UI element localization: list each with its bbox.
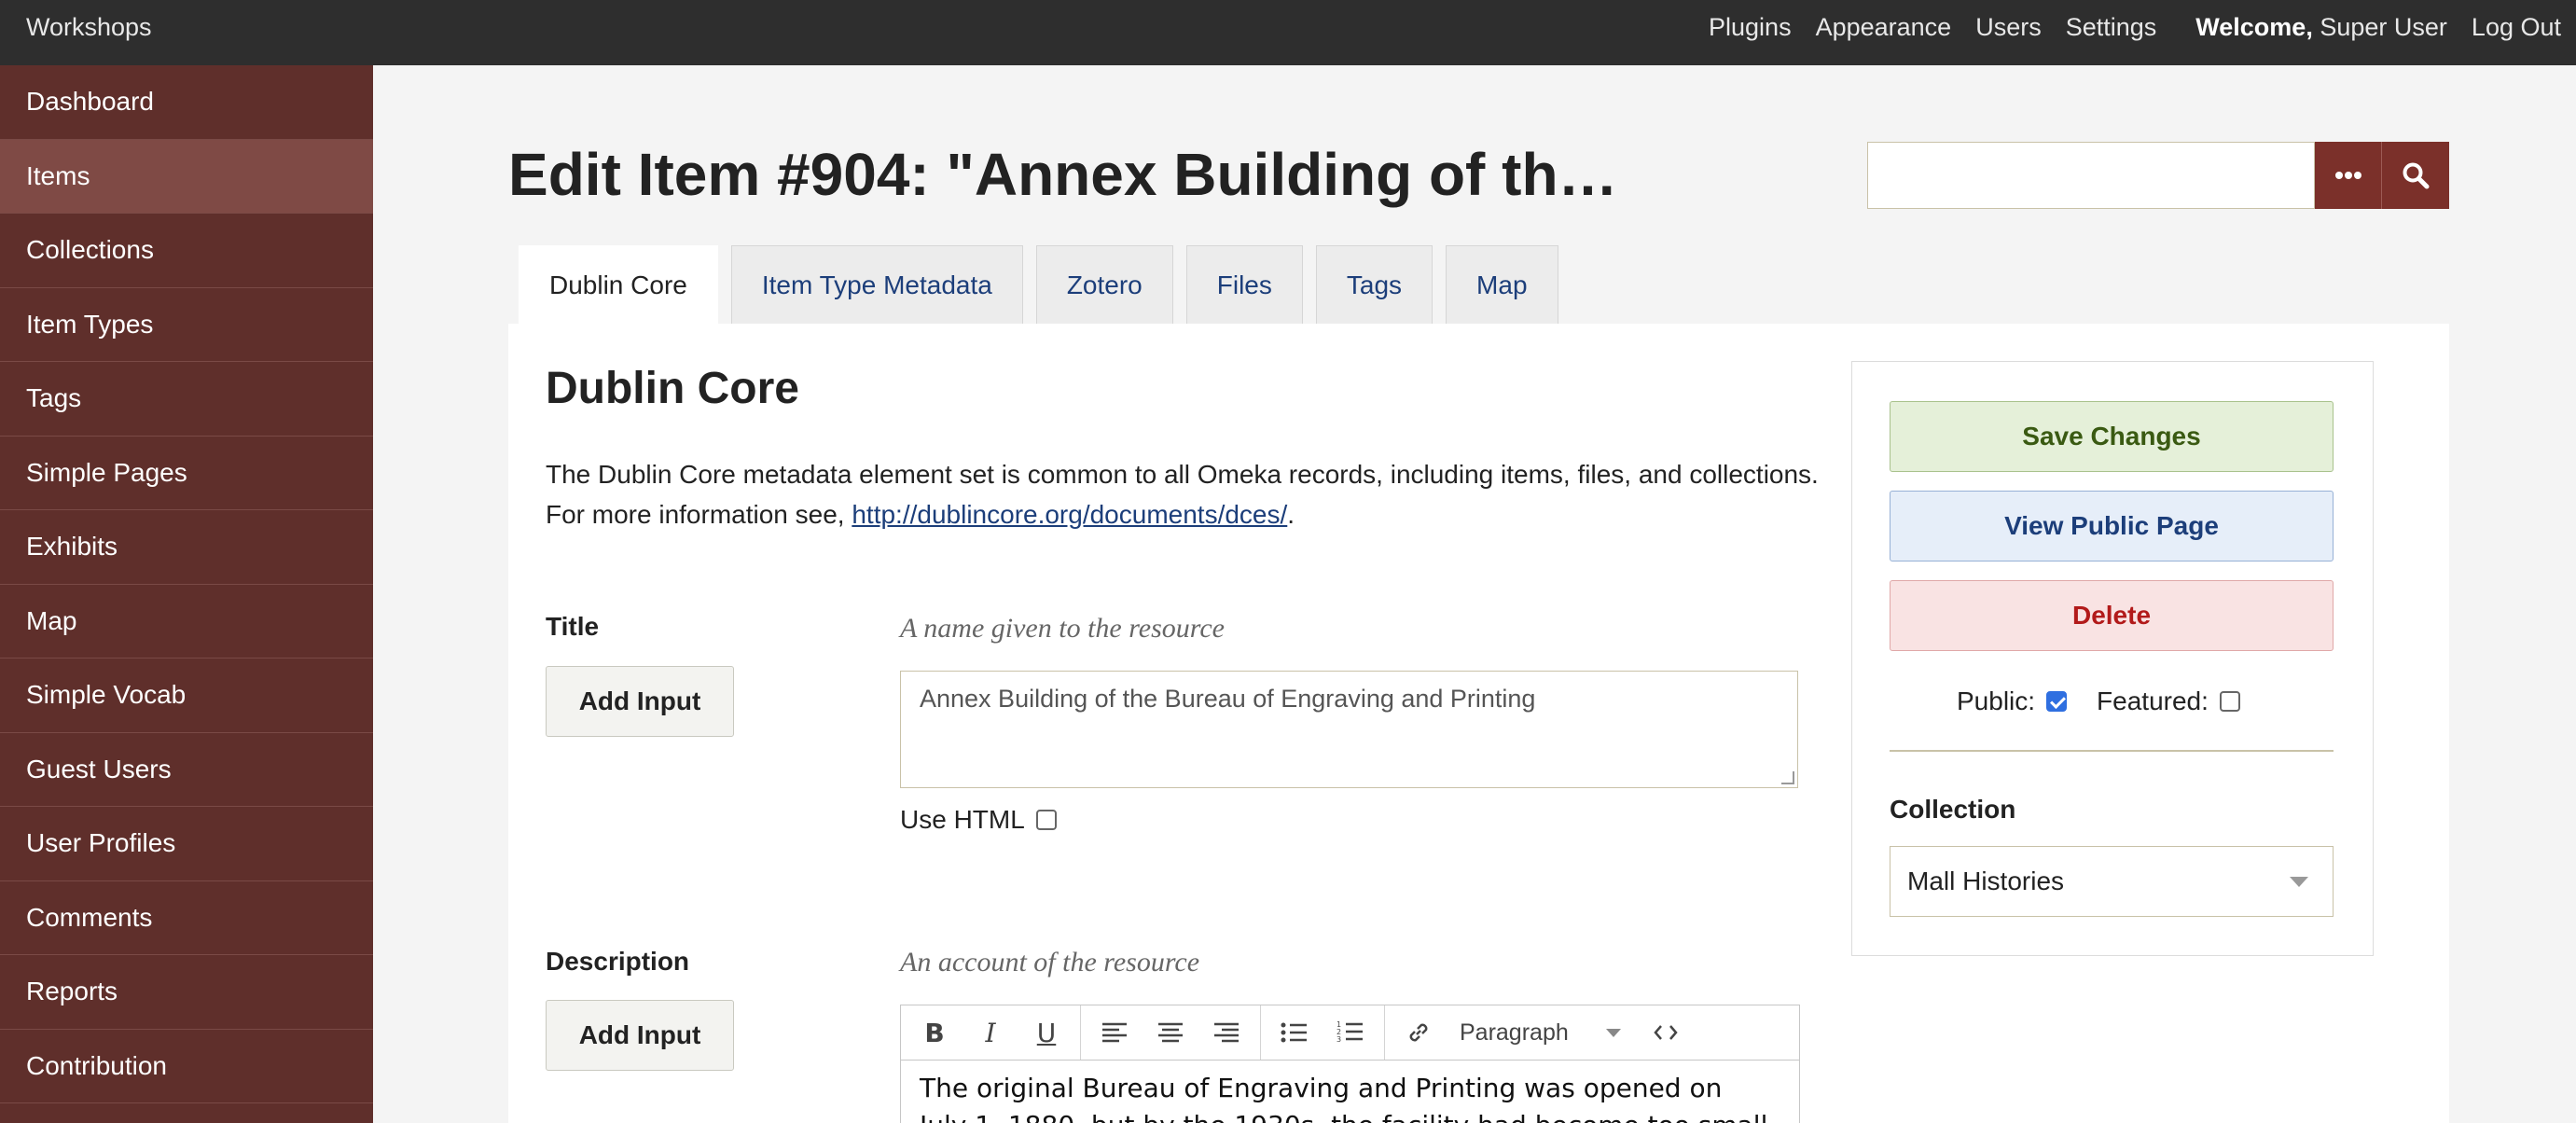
sidebar-item-items[interactable]: Items: [0, 139, 373, 214]
title-textarea[interactable]: Annex Building of the Bureau of Engravin…: [900, 671, 1798, 788]
nav-appearance[interactable]: Appearance: [1816, 13, 1952, 42]
source-code-icon[interactable]: [1638, 1005, 1694, 1060]
advanced-search-button[interactable]: [2315, 142, 2382, 209]
search-input[interactable]: [1867, 142, 2315, 209]
bold-icon[interactable]: B: [907, 1005, 963, 1060]
delete-button[interactable]: Delete: [1890, 580, 2334, 651]
align-group: [1081, 1005, 1261, 1060]
svg-text:3: 3: [1336, 1035, 1341, 1044]
welcome-text: Welcome, Super User: [2195, 13, 2447, 41]
tab-files[interactable]: Files: [1185, 245, 1303, 324]
search-form: [1867, 142, 2449, 209]
chevron-down-icon: [1605, 1028, 1621, 1037]
ellipsis-icon: [2334, 172, 2361, 179]
resize-grip-icon[interactable]: [1781, 771, 1794, 784]
tab-map[interactable]: Map: [1446, 245, 1558, 324]
align-right-icon[interactable]: [1198, 1005, 1254, 1060]
align-left-icon[interactable]: [1087, 1005, 1143, 1060]
sidebar-item-map[interactable]: Map: [0, 585, 373, 659]
align-center-icon[interactable]: [1143, 1005, 1198, 1060]
logout-link[interactable]: Log Out: [2472, 13, 2561, 42]
save-panel: Save Changes View Public Page Delete Pub…: [1851, 361, 2374, 956]
underline-icon[interactable]: U: [1018, 1005, 1074, 1060]
sidebar-item-guest-users[interactable]: Guest Users: [0, 733, 373, 807]
link-icon[interactable]: [1391, 1005, 1447, 1060]
sidebar-item-exhibits[interactable]: Exhibits: [0, 510, 373, 585]
rich-text-toolbar: B I U 123 Paragraph: [900, 1005, 1800, 1061]
featured-label: Featured:: [2097, 686, 2209, 715]
block-format-select[interactable]: Paragraph: [1447, 1019, 1634, 1047]
visibility-flags: Public: Featured:: [1957, 686, 2240, 716]
collection-label: Collection: [1890, 795, 2016, 824]
featured-checkbox[interactable]: [2219, 691, 2240, 712]
nav-settings[interactable]: Settings: [2066, 13, 2157, 42]
sidebar-item-simple-vocab[interactable]: Simple Vocab: [0, 659, 373, 733]
description-field-help: An account of the resource: [900, 947, 1200, 977]
admin-nav: Plugins Appearance Users Settings Welcom…: [1684, 13, 2561, 42]
tab-item-type-metadata[interactable]: Item Type Metadata: [730, 245, 1023, 324]
section-title: Dublin Core: [546, 364, 799, 413]
sidebar-item-user-profiles[interactable]: User Profiles: [0, 807, 373, 881]
magnifier-icon: [2403, 162, 2430, 189]
section-description: The Dublin Core metadata element set is …: [546, 460, 1819, 529]
divider: [1890, 750, 2334, 752]
dublin-core-link[interactable]: http://dublincore.org/documents/dces/: [852, 500, 1287, 529]
view-public-page-button[interactable]: View Public Page: [1890, 491, 2334, 562]
title-field-help: A name given to the resource: [900, 613, 1225, 644]
edit-panel: Dublin Core The Dublin Core metadata ele…: [508, 324, 2449, 1123]
sidebar-item-tags[interactable]: Tags: [0, 362, 373, 437]
current-user-link[interactable]: Super User: [2320, 13, 2447, 41]
tab-zotero[interactable]: Zotero: [1035, 245, 1173, 324]
nav-plugins[interactable]: Plugins: [1709, 13, 1792, 42]
collection-select[interactable]: Mall Histories: [1890, 846, 2334, 917]
tab-dublin-core[interactable]: Dublin Core: [519, 245, 718, 324]
search-submit-button[interactable]: [2382, 142, 2449, 209]
public-label: Public:: [1957, 686, 2036, 715]
site-name-link[interactable]: Workshops: [26, 13, 152, 42]
tab-tags[interactable]: Tags: [1315, 245, 1433, 324]
sidebar-item-simple-pages[interactable]: Simple Pages: [0, 437, 373, 510]
title-use-html: Use HTML: [900, 805, 1057, 835]
description-field-label: Description: [546, 947, 690, 976]
nav-users[interactable]: Users: [1975, 13, 2042, 42]
list-group: 123: [1261, 1005, 1385, 1060]
bullet-list-icon[interactable]: [1267, 1005, 1323, 1060]
save-changes-button[interactable]: Save Changes: [1890, 401, 2334, 472]
page-title: Edit Item #904: "Annex Building of th…: [508, 141, 1618, 208]
element-set-tabs: Dublin Core Item Type Metadata Zotero Fi…: [519, 245, 1572, 324]
sidebar: Dashboard Items Collections Item Types T…: [0, 65, 373, 1123]
public-checkbox[interactable]: [2046, 691, 2068, 712]
title-add-input-button[interactable]: Add Input: [546, 666, 734, 737]
sidebar-item-dashboard[interactable]: Dashboard: [0, 65, 373, 140]
title-use-html-checkbox[interactable]: [1035, 810, 1057, 830]
description-add-input-button[interactable]: Add Input: [546, 1000, 734, 1071]
top-bar: Workshops Plugins Appearance Users Setti…: [0, 0, 2576, 65]
chevron-down-icon: [2290, 877, 2308, 887]
sidebar-item-collections[interactable]: Collections: [0, 214, 373, 288]
sidebar-item-comments[interactable]: Comments: [0, 881, 373, 955]
description-editor[interactable]: The original Bureau of Engraving and Pri…: [900, 1061, 1800, 1123]
sidebar-item-contribution[interactable]: Contribution: [0, 1030, 373, 1103]
numbered-list-icon[interactable]: 123: [1323, 1005, 1378, 1060]
sidebar-item-reports[interactable]: Reports: [0, 955, 373, 1030]
sidebar-item-item-types[interactable]: Item Types: [0, 288, 373, 362]
italic-icon[interactable]: I: [963, 1005, 1018, 1060]
format-group: B I U: [901, 1005, 1081, 1060]
title-field-label: Title: [546, 612, 600, 641]
